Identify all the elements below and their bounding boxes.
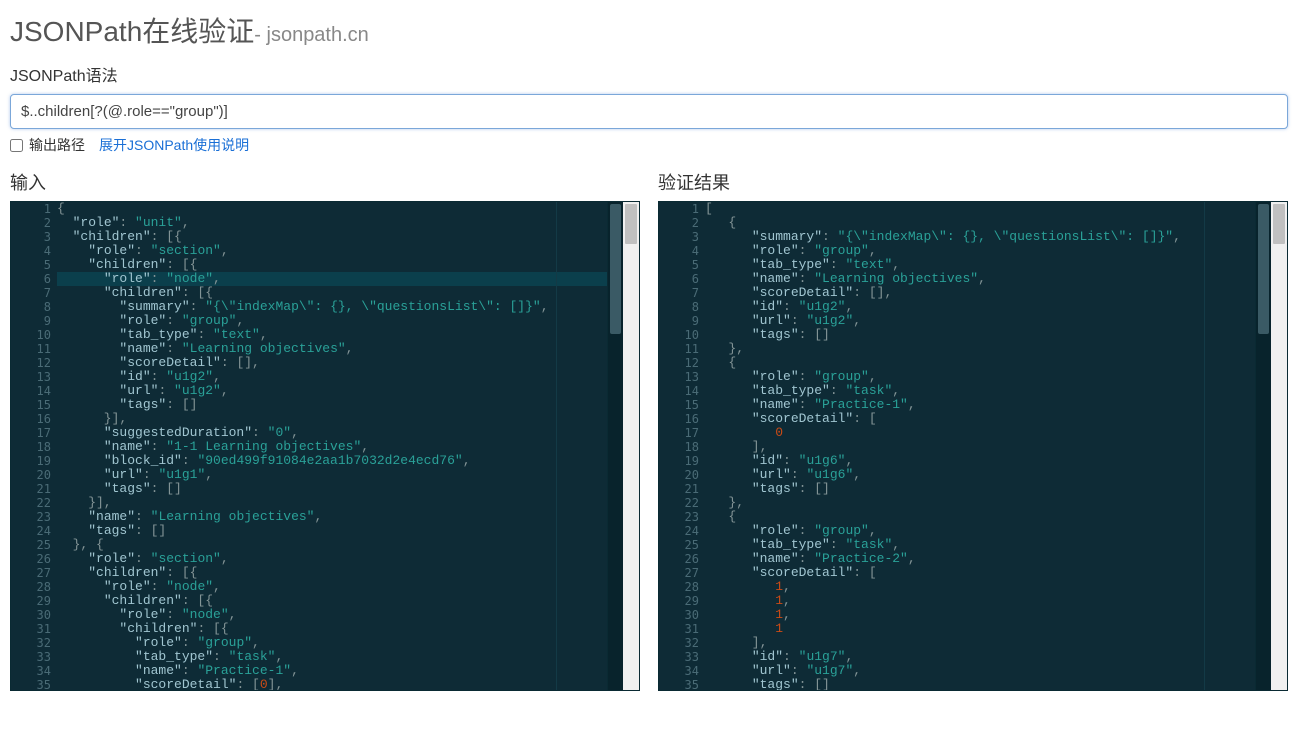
code-line[interactable]: "role": "group", xyxy=(57,314,607,328)
code-line[interactable]: "name": "1-1 Learning objectives", xyxy=(57,440,607,454)
code-line[interactable]: "scoreDetail": [0], xyxy=(57,678,607,690)
code-line[interactable]: "url": "u1g6", xyxy=(705,468,1255,482)
code-line[interactable]: }, xyxy=(705,496,1255,510)
code-line[interactable]: "id": "u1g2", xyxy=(57,370,607,384)
code-line[interactable]: "name": "Practice-1", xyxy=(705,398,1255,412)
code-line[interactable]: "tags": [] xyxy=(57,524,607,538)
code-line[interactable]: "children": [{ xyxy=(57,258,607,272)
code-line[interactable]: "role": "group", xyxy=(705,244,1255,258)
code-line[interactable]: "block_id": "90ed499f91084e2aa1b7032d2e4… xyxy=(57,454,607,468)
scroll-thumb[interactable] xyxy=(625,204,637,244)
code-line[interactable]: "tab_type": "task", xyxy=(705,384,1255,398)
code-line[interactable]: 1, xyxy=(705,594,1255,608)
code-line[interactable]: { xyxy=(705,216,1255,230)
code-line[interactable]: ], xyxy=(705,636,1255,650)
code-line[interactable]: "scoreDetail": [], xyxy=(705,286,1255,300)
code-line[interactable]: }, xyxy=(705,342,1255,356)
code-line[interactable]: "tags": [] xyxy=(705,482,1255,496)
editor-scrollbar[interactable] xyxy=(623,202,639,690)
code-line[interactable]: "children": [{ xyxy=(57,230,607,244)
code-line[interactable]: { xyxy=(705,356,1255,370)
code-line[interactable]: "url": "u1g7", xyxy=(705,664,1255,678)
code-line[interactable]: "tab_type": "text", xyxy=(705,258,1255,272)
output-path-label[interactable]: 输出路径 xyxy=(29,135,85,155)
editor-gutter: 1234567891011121314151617181920212223242… xyxy=(659,202,705,690)
code-line[interactable]: }, { xyxy=(57,538,607,552)
code-line[interactable]: 1, xyxy=(705,580,1255,594)
code-line[interactable]: ], xyxy=(705,440,1255,454)
code-line[interactable]: "tab_type": "task", xyxy=(57,650,607,664)
result-panel-title: 验证结果 xyxy=(658,169,1288,195)
input-editor[interactable]: 1234567891011121314151617181920212223242… xyxy=(10,201,640,691)
code-line[interactable]: "url": "u1g1", xyxy=(57,468,607,482)
code-line[interactable]: { xyxy=(57,202,607,216)
jsonpath-input[interactable] xyxy=(10,94,1288,129)
code-line[interactable]: "children": [{ xyxy=(57,622,607,636)
syntax-label: JSONPath语法 xyxy=(10,62,1288,86)
code-line[interactable]: { xyxy=(705,510,1255,524)
wrap-margin-line xyxy=(556,202,557,690)
code-line[interactable]: "tab_type": "task", xyxy=(705,538,1255,552)
code-line[interactable]: "name": "Learning objectives", xyxy=(57,510,607,524)
code-line[interactable]: "role": "group", xyxy=(705,370,1255,384)
code-line[interactable]: "role": "unit", xyxy=(57,216,607,230)
code-line[interactable]: "scoreDetail": [ xyxy=(705,566,1255,580)
code-line[interactable]: "role": "group", xyxy=(57,636,607,650)
scroll-thumb[interactable] xyxy=(610,204,621,334)
page-title: JSONPath在线验证- jsonpath.cn xyxy=(10,10,1288,50)
code-line[interactable]: "role": "node", xyxy=(57,608,607,622)
editor-minimap-scrollbar[interactable] xyxy=(1255,202,1271,690)
scroll-thumb[interactable] xyxy=(1273,204,1285,244)
code-line[interactable]: "name": "Practice-1", xyxy=(57,664,607,678)
code-line[interactable]: "url": "u1g2", xyxy=(57,384,607,398)
editor-code[interactable]: { "role": "unit", "children": [{ "role":… xyxy=(57,202,607,690)
output-path-checkbox[interactable] xyxy=(10,139,23,152)
code-line[interactable]: "role": "section", xyxy=(57,552,607,566)
code-line[interactable]: "id": "u1g7", xyxy=(705,650,1255,664)
code-line[interactable]: "role": "node", xyxy=(57,580,607,594)
code-line[interactable]: "summary": "{\"indexMap\": {}, \"questio… xyxy=(705,230,1255,244)
code-line[interactable]: 1 xyxy=(705,622,1255,636)
code-line[interactable]: "tags": [] xyxy=(57,398,607,412)
code-line[interactable]: "children": [{ xyxy=(57,286,607,300)
editor-scrollbar[interactable] xyxy=(1271,202,1287,690)
code-line[interactable]: "id": "u1g2", xyxy=(705,300,1255,314)
code-line[interactable]: "id": "u1g6", xyxy=(705,454,1255,468)
code-line[interactable]: "children": [{ xyxy=(57,594,607,608)
code-line[interactable]: "tab_type": "text", xyxy=(57,328,607,342)
scroll-thumb[interactable] xyxy=(1258,204,1269,334)
code-line[interactable]: "summary": "{\"indexMap\": {}, \"questio… xyxy=(57,300,607,314)
editor-minimap-scrollbar[interactable] xyxy=(607,202,623,690)
code-line[interactable]: }], xyxy=(57,496,607,510)
code-line[interactable]: }], xyxy=(57,412,607,426)
editor-gutter: 1234567891011121314151617181920212223242… xyxy=(11,202,57,690)
code-line[interactable]: "url": "u1g2", xyxy=(705,314,1255,328)
code-line[interactable]: 0 xyxy=(705,426,1255,440)
code-line[interactable]: "role": "node", xyxy=(57,272,607,286)
code-line[interactable]: "name": "Learning objectives", xyxy=(705,272,1255,286)
code-line[interactable]: "children": [{ xyxy=(57,566,607,580)
wrap-margin-line xyxy=(1204,202,1205,690)
expand-help-link[interactable]: 展开JSONPath使用说明 xyxy=(99,135,249,155)
code-line[interactable]: "suggestedDuration": "0", xyxy=(57,426,607,440)
input-panel-title: 输入 xyxy=(10,169,640,195)
code-line[interactable]: "tags": [] xyxy=(57,482,607,496)
code-line[interactable]: "tags": [] xyxy=(705,678,1255,690)
code-line[interactable]: [ xyxy=(705,202,1255,216)
code-line[interactable]: "role": "group", xyxy=(705,524,1255,538)
code-line[interactable]: "role": "section", xyxy=(57,244,607,258)
code-line[interactable]: "scoreDetail": [ xyxy=(705,412,1255,426)
code-line[interactable]: 1, xyxy=(705,608,1255,622)
code-line[interactable]: "scoreDetail": [], xyxy=(57,356,607,370)
code-line[interactable]: "name": "Practice-2", xyxy=(705,552,1255,566)
code-line[interactable]: "tags": [] xyxy=(705,328,1255,342)
result-editor[interactable]: 1234567891011121314151617181920212223242… xyxy=(658,201,1288,691)
editor-code[interactable]: [ { "summary": "{\"indexMap\": {}, \"que… xyxy=(705,202,1255,690)
code-line[interactable]: "name": "Learning objectives", xyxy=(57,342,607,356)
